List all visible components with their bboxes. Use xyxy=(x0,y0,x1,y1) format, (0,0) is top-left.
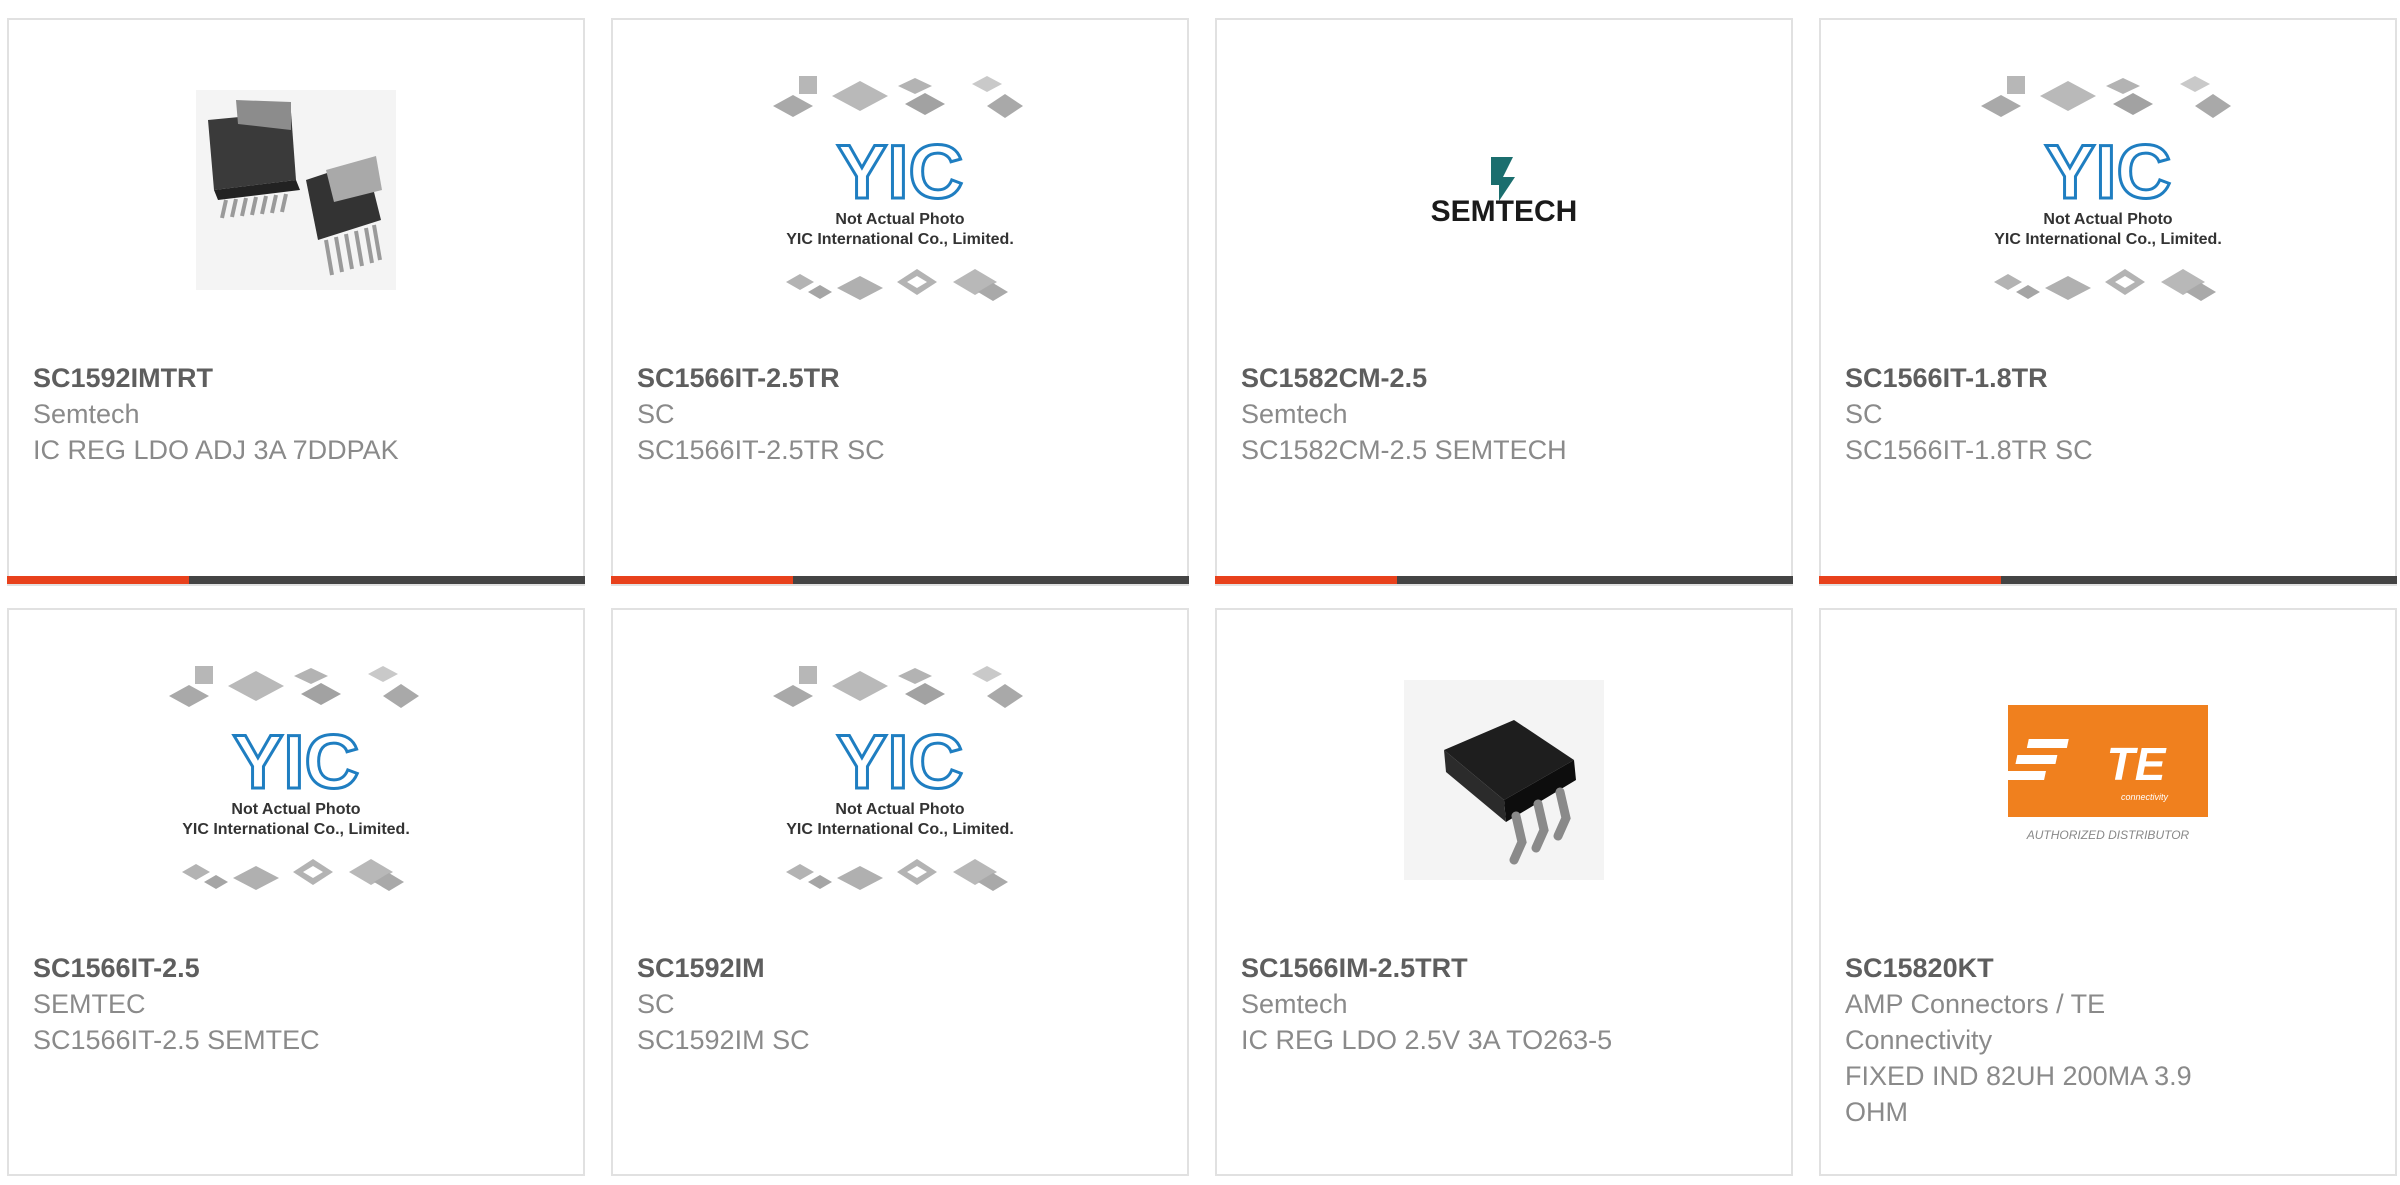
product-image: YIC Not Actual Photo YIC International Co.… xyxy=(1821,76,2395,301)
svg-text:connectivity: connectivity xyxy=(2121,792,2169,802)
description: SC1566IT-1.8TR SC xyxy=(1845,435,2093,465)
description: FIXED IND 82UH 200MA 3.9 OHM xyxy=(1845,1061,2192,1127)
part-number[interactable]: SC1592IMTRT xyxy=(33,360,553,396)
product-image xyxy=(9,80,583,300)
product-image: YIC Not Actual Photo YIC International Co.… xyxy=(613,76,1187,301)
description: SC1592IM SC xyxy=(637,1025,810,1055)
part-number[interactable]: SC1592IM xyxy=(637,950,1157,986)
product-image: SEMTECH xyxy=(1217,80,1791,300)
ddpak-package-photo xyxy=(196,90,396,290)
product-info: SC1566IT-1.8TR SC SC1566IT-1.8TR SC xyxy=(1845,360,2365,468)
product-card[interactable]: YIC Not Actual Photo YIC International Co.… xyxy=(7,608,585,1176)
manufacturer: SC xyxy=(1845,399,1883,429)
product-card[interactable]: YIC Not Actual Photo YIC International Co.… xyxy=(611,18,1189,586)
product-image xyxy=(1217,670,1791,890)
product-card[interactable]: SEMTECH SC1582CM-2.5 Semtech SC1582CM-2.… xyxy=(1215,18,1793,586)
manufacturer: SC xyxy=(637,399,675,429)
manufacturer: Semtech xyxy=(1241,989,1348,1019)
svg-text:YIC International Co., Limited: YIC International Co., Limited. xyxy=(786,231,1014,248)
product-info: SC1582CM-2.5 Semtech SC1582CM-2.5 SEMTEC… xyxy=(1241,360,1761,468)
card-bottom-bar xyxy=(1215,576,1793,584)
svg-text:Not Actual Photo: Not Actual Photo xyxy=(2043,211,2172,228)
svg-text:Not Actual Photo: Not Actual Photo xyxy=(835,211,964,228)
yic-placeholder-image: YICNot Actual Photo YIC International Co.… xyxy=(773,76,1023,301)
manufacturer: SEMTEC xyxy=(33,989,146,1019)
te-connectivity-logo: TE connectivity AUTHORIZED DISTRIBUTOR xyxy=(2008,705,2208,842)
manufacturer: Semtech xyxy=(33,399,140,429)
to263-package-photo xyxy=(1404,680,1604,880)
svg-text:YIC International Co., Limited: YIC International Co., Limited. xyxy=(786,821,1014,838)
product-info: SC1566IT-2.5TR SC SC1566IT-2.5TR SC xyxy=(637,360,1157,468)
manufacturer: Semtech xyxy=(1241,399,1348,429)
product-card[interactable]: SC1592IMTRT Semtech IC REG LDO ADJ 3A 7D… xyxy=(7,18,585,586)
svg-text:YIC: YIC xyxy=(2045,130,2172,215)
product-image: YIC Not Actual Photo YIC International Co.… xyxy=(613,666,1187,891)
manufacturer: AMP Connectors / TE Connectivity xyxy=(1845,989,2106,1055)
yic-placeholder-image: YICNot Actual Photo YIC International Co.… xyxy=(169,666,419,891)
svg-text:YIC International Co., Limited: YIC International Co., Limited. xyxy=(182,821,410,838)
svg-text:YIC: YIC xyxy=(837,130,964,215)
product-card[interactable]: TE connectivity AUTHORIZED DISTRIBUTOR S… xyxy=(1819,608,2397,1176)
product-card[interactable]: YIC Not Actual Photo YIC International Co.… xyxy=(1819,18,2397,586)
card-bottom-bar xyxy=(7,576,585,584)
product-card[interactable]: SC1566IM-2.5TRT Semtech IC REG LDO 2.5V … xyxy=(1215,608,1793,1176)
product-info: SC1592IMTRT Semtech IC REG LDO ADJ 3A 7D… xyxy=(33,360,553,468)
product-info: SC1592IM SC SC1592IM SC xyxy=(637,950,1157,1058)
product-image: YIC Not Actual Photo YIC International Co.… xyxy=(9,666,583,891)
part-number[interactable]: SC1566IM-2.5TRT xyxy=(1241,950,1761,986)
manufacturer: SC xyxy=(637,989,675,1019)
product-image: TE connectivity AUTHORIZED DISTRIBUTOR xyxy=(1821,670,2395,890)
semtech-logo: SEMTECH xyxy=(1431,157,1578,225)
product-info: SC1566IM-2.5TRT Semtech IC REG LDO 2.5V … xyxy=(1241,950,1761,1058)
product-card[interactable]: YIC Not Actual Photo YIC International Co.… xyxy=(611,608,1189,1176)
part-number[interactable]: SC1582CM-2.5 xyxy=(1241,360,1761,396)
svg-text:YIC International Co., Limited: YIC International Co., Limited. xyxy=(1994,231,2222,248)
product-info: SC15820KT AMP Connectors / TE Connectivi… xyxy=(1845,950,2365,1130)
svg-text:AUTHORIZED DISTRIBUTOR: AUTHORIZED DISTRIBUTOR xyxy=(2026,828,2190,842)
card-bottom-bar xyxy=(1819,576,2397,584)
product-grid: SC1592IMTRT Semtech IC REG LDO ADJ 3A 7D… xyxy=(7,18,2400,1185)
svg-text:TE: TE xyxy=(2107,738,2167,790)
part-number[interactable]: SC1566IT-2.5TR xyxy=(637,360,1157,396)
yic-placeholder-image: YICNot Actual Photo YIC International Co.… xyxy=(773,666,1023,891)
description: IC REG LDO 2.5V 3A TO263-5 xyxy=(1241,1025,1613,1055)
part-number[interactable]: SC1566IT-1.8TR xyxy=(1845,360,2365,396)
card-bottom-bar xyxy=(611,576,1189,584)
svg-text:Not Actual Photo: Not Actual Photo xyxy=(231,801,360,818)
svg-text:SEMTECH: SEMTECH xyxy=(1431,195,1578,225)
part-number[interactable]: SC15820KT xyxy=(1845,950,2365,986)
svg-text:YIC: YIC xyxy=(837,720,964,805)
description: IC REG LDO ADJ 3A 7DDPAK xyxy=(33,435,399,465)
svg-text:Not Actual Photo: Not Actual Photo xyxy=(835,801,964,818)
yic-placeholder-image: YICNot Actual Photo YIC International Co.… xyxy=(1981,76,2231,301)
description: SC1566IT-2.5 SEMTEC xyxy=(33,1025,320,1055)
description: SC1582CM-2.5 SEMTECH xyxy=(1241,435,1567,465)
product-info: SC1566IT-2.5 SEMTEC SC1566IT-2.5 SEMTEC xyxy=(33,950,553,1058)
part-number[interactable]: SC1566IT-2.5 xyxy=(33,950,553,986)
description: SC1566IT-2.5TR SC xyxy=(637,435,885,465)
svg-text:YIC: YIC xyxy=(233,720,360,805)
